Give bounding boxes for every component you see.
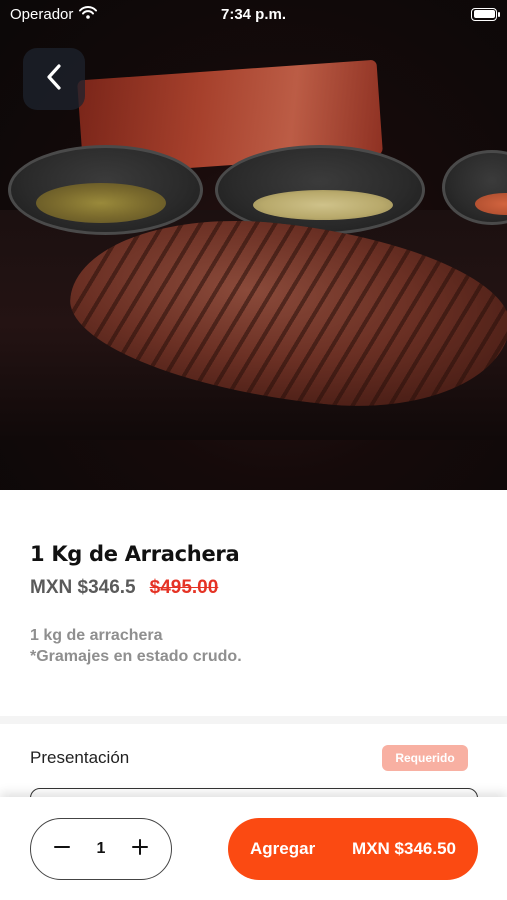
salsa-bowl — [8, 145, 203, 235]
product-title: 1 Kg de Arrachera — [30, 542, 240, 566]
description-line: 1 kg de arrachera — [30, 627, 163, 644]
minus-icon — [54, 839, 70, 860]
status-bar: Operador 7:34 p.m. — [0, 0, 507, 28]
section-divider — [0, 716, 507, 724]
add-label: Agregar — [250, 839, 316, 858]
chevron-left-icon — [46, 63, 62, 95]
plus-icon — [132, 838, 148, 860]
back-button[interactable] — [23, 48, 85, 110]
product-description: 1 kg de arrachera *Gramajes en estado cr… — [30, 625, 242, 667]
decrement-button[interactable] — [51, 838, 73, 860]
bottom-action-bar: 1 Agregar MXN $346.50 — [0, 797, 507, 900]
add-to-cart-button[interactable]: Agregar MXN $346.50 — [228, 818, 478, 880]
quantity-stepper: 1 — [30, 818, 172, 880]
original-price: $495.00 — [149, 577, 219, 598]
required-badge: Requerido — [382, 745, 468, 771]
battery-icon — [471, 7, 500, 21]
carrier-label: Operador — [10, 5, 74, 23]
presentation-label: Presentación — [30, 748, 130, 767]
wifi-icon — [79, 5, 98, 23]
add-total: MXN $346.50 — [352, 839, 456, 858]
price-row: MXN $346.5 $495.00 — [30, 577, 218, 599]
description-line: *Gramajes en estado crudo. — [30, 648, 242, 665]
current-price: MXN $346.5 — [30, 577, 136, 598]
increment-button[interactable] — [129, 838, 151, 860]
quantity-value: 1 — [96, 840, 106, 857]
